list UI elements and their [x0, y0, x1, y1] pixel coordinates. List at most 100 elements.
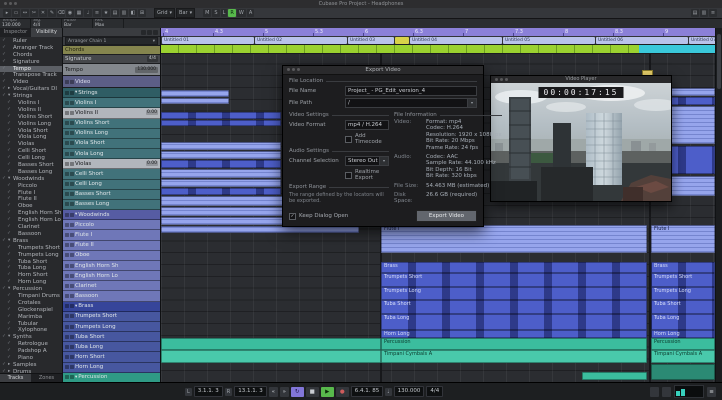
visibility-item-timpani-drums[interactable]: ✓ Timpani Drums — [0, 293, 62, 300]
forward-button[interactable]: » — [279, 386, 289, 397]
tool-icon-11[interactable]: ★ — [102, 9, 110, 17]
channel-selection-dropdown-icon[interactable]: ▾ — [380, 156, 389, 166]
mute-button[interactable] — [65, 294, 69, 299]
track-row-violas[interactable]: Violas 0.00 — [63, 159, 160, 170]
mute-button[interactable] — [65, 314, 69, 319]
tool-icon-2[interactable]: ↔ — [21, 9, 29, 17]
arranger-event-6[interactable]: Untitled 05 — [503, 37, 595, 44]
track-row-violins-long[interactable]: Violins Long — [63, 128, 160, 139]
visibility-item-violas[interactable]: ✓ Violas — [0, 141, 62, 148]
clip-28[interactable] — [161, 338, 381, 350]
solo-button[interactable] — [70, 141, 74, 146]
tool-icon-15[interactable]: ⊞ — [138, 9, 146, 17]
visibility-item-tuba-long[interactable]: ✓ Tuba Long — [0, 265, 62, 272]
solo-button[interactable] — [70, 314, 74, 319]
mute-button[interactable] — [65, 375, 69, 380]
clip-trumpets-short[interactable]: Trumpets Short — [381, 273, 647, 287]
visibility-item-retrologue[interactable]: ✓ Retrologue — [0, 341, 62, 348]
visibility-item-xylophone[interactable]: ✓ Xylophone — [0, 327, 62, 334]
mute-button[interactable] — [65, 283, 69, 288]
visibility-item-synths[interactable]: ✓ ▾ Synths — [0, 334, 62, 341]
solo-button[interactable] — [70, 212, 74, 217]
track-list-filter-icon[interactable] — [147, 29, 152, 35]
arranger-track-lane[interactable]: Untitled 01 Untitled 02 Untitled 03 Untitle… — [161, 36, 716, 45]
clip-timpani-cymbals-a[interactable]: Timpani Cymbals A — [381, 350, 647, 363]
tool-icon-7[interactable]: ◉ — [66, 9, 74, 17]
track-list-settings-icon[interactable] — [141, 29, 146, 35]
chord-events-region[interactable] — [161, 45, 639, 53]
visibility-item-bassoon[interactable]: ✓ Bassoon — [0, 231, 62, 238]
mute-button[interactable] — [65, 365, 69, 370]
checkbox-checked-icon[interactable]: ✓ — [289, 212, 296, 220]
clip-horn-long[interactable]: Horn Long — [651, 330, 715, 338]
visibility-item-english-horn-sh[interactable]: ✓ English Horn Sh — [0, 210, 62, 217]
visibility-item-strings[interactable]: ✓ ▾ Strings — [0, 93, 62, 100]
solo-button[interactable] — [70, 334, 74, 339]
mute-button[interactable] — [65, 222, 69, 227]
snap-value-select[interactable]: Bar ▾ — [176, 8, 196, 18]
mute-button[interactable] — [65, 212, 69, 217]
mute-button[interactable] — [65, 151, 69, 156]
solo-button[interactable] — [70, 121, 74, 126]
visibility-item-celli-short[interactable]: ✓ Celli Short — [0, 148, 62, 155]
chord-events-region-alt[interactable] — [639, 45, 716, 53]
track-row-violins-ii[interactable]: Violins II 0.00 — [63, 108, 160, 119]
arranger-event-4[interactable] — [395, 37, 409, 44]
visibility-item-samples[interactable]: ✓ ▸ Samples — [0, 362, 62, 369]
mute-button[interactable] — [65, 110, 69, 115]
track-row-strings[interactable]: ▾ Strings — [63, 88, 160, 99]
play-button[interactable]: ▶ — [320, 386, 334, 397]
visibility-item-glockenspiel[interactable]: ✓ Glockenspiel — [0, 307, 62, 314]
clip-trumpets-short[interactable]: Trumpets Short — [651, 273, 715, 287]
clip-0[interactable] — [161, 90, 229, 97]
track-row-basses-short[interactable]: Basses Short — [63, 189, 160, 200]
minimize-window-icon[interactable] — [9, 2, 12, 5]
clip-brass[interactable]: Brass — [651, 262, 715, 273]
clip-7[interactable] — [161, 169, 281, 178]
track-row-tuba-short[interactable]: Tuba Short — [63, 332, 160, 343]
metronome-icon[interactable]: ♩ — [385, 387, 392, 396]
right-locator-value[interactable]: 13.1.1. 3 — [234, 386, 267, 397]
solo-button[interactable] — [70, 171, 74, 176]
track-row-flute-ii[interactable]: Flute II — [63, 240, 160, 251]
track-row-viola-short[interactable]: Viola Short — [63, 138, 160, 150]
track-row-horn-long[interactable]: Horn Long — [63, 362, 160, 373]
clip-6[interactable] — [161, 160, 281, 168]
solo-button[interactable] — [70, 90, 74, 95]
track-row-tuba-long[interactable]: Tuba Long — [63, 342, 160, 353]
mute-button[interactable] — [65, 334, 69, 339]
mute-button[interactable] — [65, 182, 69, 187]
folder-open-icon[interactable]: ▾ — [75, 212, 77, 217]
tab-visibility[interactable]: Visibility — [31, 28, 62, 37]
visibility-item-ruler[interactable]: ✓ Ruler — [0, 38, 62, 45]
solo-button[interactable] — [70, 131, 74, 136]
arranger-event-7[interactable]: Untitled 06 — [596, 37, 688, 44]
export-video-button[interactable]: Export Video — [415, 210, 477, 222]
rewind-button[interactable]: « — [268, 386, 278, 397]
track-row-woodwinds[interactable]: ▾ Woodwinds — [63, 210, 160, 221]
clip-13[interactable] — [161, 226, 359, 233]
solo-button[interactable] — [70, 222, 74, 227]
solo-button[interactable] — [70, 344, 74, 349]
grid-type-select[interactable]: Grid ▾ — [154, 8, 176, 18]
track-row-trumpets-short[interactable]: Trumpets Short — [63, 311, 160, 322]
solo-button[interactable] — [70, 232, 74, 237]
tool-icon-4[interactable]: ✕ — [39, 9, 47, 17]
tool-icon-1[interactable]: ▭ — [12, 9, 20, 17]
visibility-item-english-horn-lo[interactable]: ✓ English Horn Lo — [0, 217, 62, 224]
clip-tuba-short[interactable]: Tuba Short — [381, 300, 647, 314]
mute-button[interactable] — [65, 232, 69, 237]
clip-trumpets-long[interactable]: Trumpets Long — [381, 287, 647, 300]
checkbox-icon[interactable] — [345, 171, 352, 179]
tool-icon-8[interactable]: ▦ — [75, 9, 83, 17]
clip-flute-i[interactable]: Flute I — [651, 225, 715, 253]
window-layout-icon-0[interactable]: ▤ — [691, 9, 699, 17]
folder-open-icon[interactable]: ▾ — [75, 90, 77, 95]
visibility-item-violins-long[interactable]: ✓ Violins Long — [0, 121, 62, 128]
solo-button[interactable] — [70, 182, 74, 187]
clip-tuba-long[interactable]: Tuba Long — [381, 314, 647, 330]
track-row-celli-short[interactable]: Celli Short — [63, 169, 160, 180]
window-controls[interactable] — [4, 2, 17, 5]
clip-5[interactable] — [161, 151, 281, 159]
visibility-item-tuba-short[interactable]: ✓ Tuba Short — [0, 259, 62, 266]
